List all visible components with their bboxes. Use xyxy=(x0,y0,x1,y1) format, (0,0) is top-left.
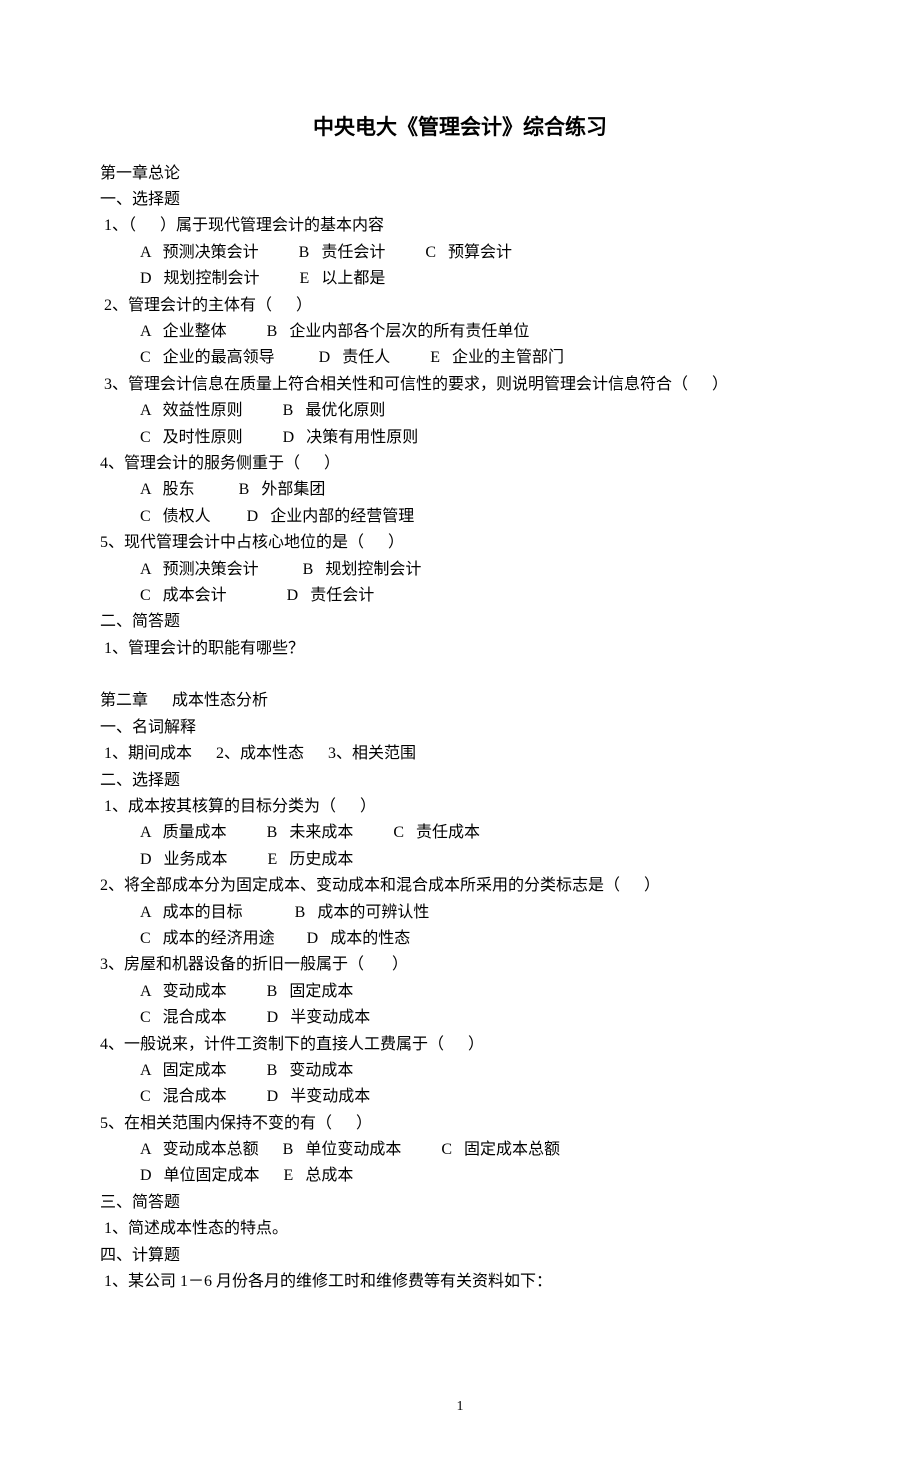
question-options: A 质量成本 B 未来成本 C 责任成本 xyxy=(100,820,820,846)
question-stem: 3、房屋和机器设备的折旧一般属于（ ） xyxy=(100,952,820,978)
blank-line xyxy=(100,662,820,688)
question-stem: 1、成本按其核算的目标分类为（ ） xyxy=(100,794,820,820)
question-options: D 单位固定成本 E 总成本 xyxy=(100,1163,820,1189)
question-options: A 效益性原则 B 最优化原则 xyxy=(100,398,820,424)
question-stem: 5、在相关范围内保持不变的有（ ） xyxy=(100,1111,820,1137)
question-stem: 3、管理会计信息在质量上符合相关性和可信性的要求，则说明管理会计信息符合（ ） xyxy=(100,372,820,398)
question-options: A 预测决策会计 B 责任会计 C 预算会计 xyxy=(100,240,820,266)
question-options: A 成本的目标 B 成本的可辨认性 xyxy=(100,900,820,926)
question-options: A 固定成本 B 变动成本 xyxy=(100,1058,820,1084)
question-options: A 股东 B 外部集团 xyxy=(100,477,820,503)
chapter-1-heading: 第一章总论 xyxy=(100,161,820,187)
question-stem: 4、管理会计的服务侧重于（ ） xyxy=(100,451,820,477)
chapter-2-heading: 第二章 成本性态分析 xyxy=(100,688,820,714)
question-options: A 变动成本总额 B 单位变动成本 C 固定成本总额 xyxy=(100,1137,820,1163)
question-stem: 2、管理会计的主体有（ ） xyxy=(100,293,820,319)
question-options: C 债权人 D 企业内部的经营管理 xyxy=(100,504,820,530)
section-heading: 四、计算题 xyxy=(100,1243,820,1269)
page-number: 1 xyxy=(100,1395,820,1418)
section-heading: 三、简答题 xyxy=(100,1190,820,1216)
section-heading: 一、名词解释 xyxy=(100,715,820,741)
question-options: A 企业整体 B 企业内部各个层次的所有责任单位 xyxy=(100,319,820,345)
term-list: 1、期间成本 2、成本性态 3、相关范围 xyxy=(100,741,820,767)
question-options: C 及时性原则 D 决策有用性原则 xyxy=(100,425,820,451)
section-heading: 二、选择题 xyxy=(100,768,820,794)
question-options: A 变动成本 B 固定成本 xyxy=(100,979,820,1005)
question-options: D 规划控制会计 E 以上都是 xyxy=(100,266,820,292)
question-options: C 成本会计 D 责任会计 xyxy=(100,583,820,609)
question-stem: 1、某公司 1－6 月份各月的维修工时和维修费等有关资料如下： xyxy=(100,1269,820,1295)
question-options: C 混合成本 D 半变动成本 xyxy=(100,1084,820,1110)
question-options: C 企业的最高领导 D 责任人 E 企业的主管部门 xyxy=(100,345,820,371)
question-stem: 1、简述成本性态的特点。 xyxy=(100,1216,820,1242)
question-stem: 1、（ ）属于现代管理会计的基本内容 xyxy=(100,213,820,239)
section-heading: 二、简答题 xyxy=(100,609,820,635)
question-options: D 业务成本 E 历史成本 xyxy=(100,847,820,873)
question-stem: 2、将全部成本分为固定成本、变动成本和混合成本所采用的分类标志是（ ） xyxy=(100,873,820,899)
section-heading: 一、选择题 xyxy=(100,187,820,213)
question-options: C 成本的经济用途 D 成本的性态 xyxy=(100,926,820,952)
question-stem: 4、一般说来，计件工资制下的直接人工费属于（ ） xyxy=(100,1032,820,1058)
document-title: 中央电大《管理会计》综合练习 xyxy=(100,110,820,145)
question-stem: 1、管理会计的职能有哪些？ xyxy=(100,636,820,662)
question-options: C 混合成本 D 半变动成本 xyxy=(100,1005,820,1031)
question-options: A 预测决策会计 B 规划控制会计 xyxy=(100,557,820,583)
question-stem: 5、现代管理会计中占核心地位的是（ ） xyxy=(100,530,820,556)
